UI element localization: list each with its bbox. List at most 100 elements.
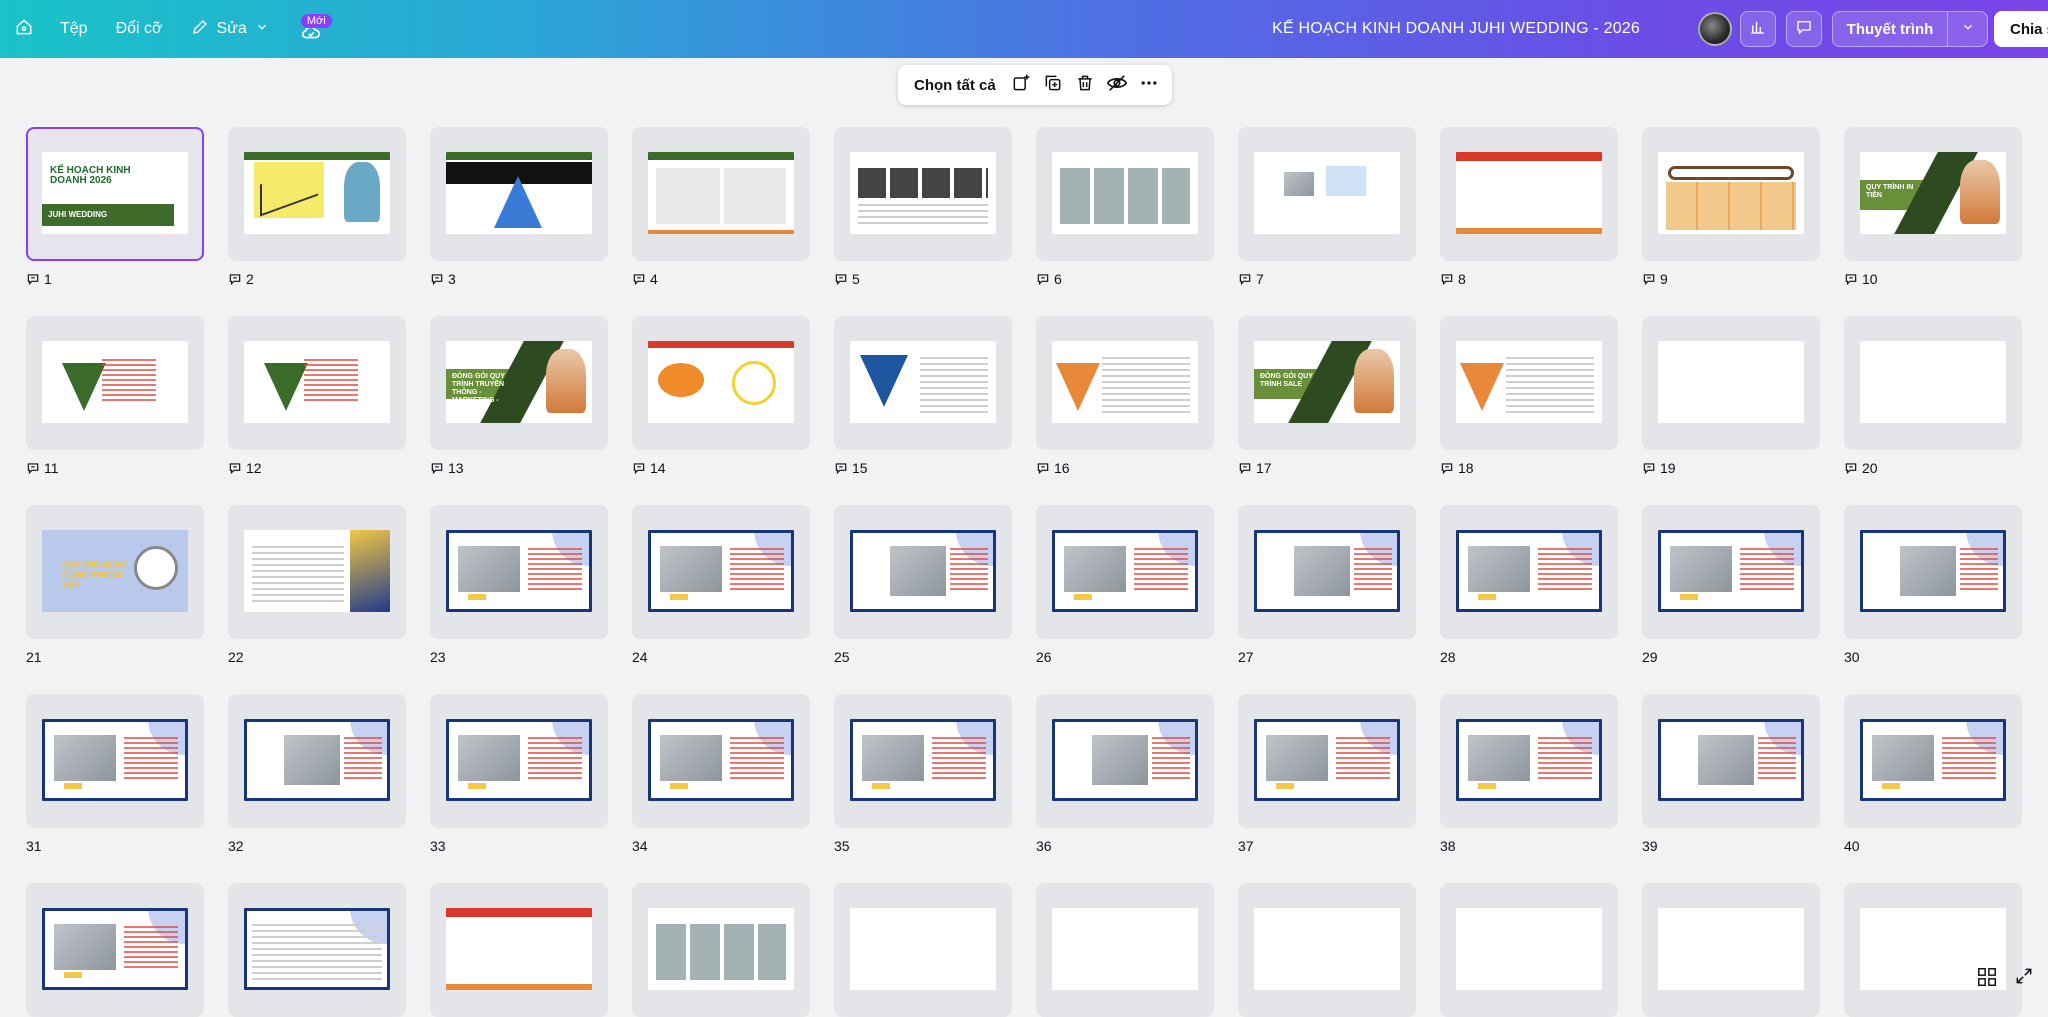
menu-resize[interactable]: Đổi cỡ [102, 9, 177, 49]
slide-thumbnail[interactable] [26, 883, 204, 1017]
slide-thumbnail[interactable] [430, 127, 608, 261]
slide-thumbnail[interactable]: ĐÓNG GÓI QUY TRÌNH SALE [1238, 316, 1416, 450]
slide-thumbnail[interactable] [228, 127, 406, 261]
slide-number: 13 [430, 458, 464, 478]
slide-thumbnail[interactable] [1238, 505, 1416, 639]
slide-thumbnail[interactable] [1642, 883, 1820, 1017]
slide-thumbnail[interactable] [228, 883, 406, 1017]
slide-thumbnail[interactable] [1642, 127, 1820, 261]
slide-thumbnail[interactable] [834, 883, 1012, 1017]
slide-thumbnail[interactable] [1844, 694, 2022, 828]
slide-number: 20 [1844, 458, 1878, 478]
slide-thumbnail[interactable] [1238, 883, 1416, 1017]
slide-thumbnail[interactable] [1238, 127, 1416, 261]
slide-thumbnail[interactable] [1642, 316, 1820, 450]
slide-number-text: 22 [228, 649, 244, 665]
slide-preview [850, 719, 996, 801]
slide-number-text: 21 [26, 649, 42, 665]
select-all-button[interactable]: Chọn tất cả [908, 77, 1002, 94]
present-options-button[interactable] [1948, 11, 1988, 47]
more-options-button[interactable] [1136, 70, 1162, 100]
home-button[interactable] [2, 7, 46, 51]
slide-thumbnail[interactable] [1844, 505, 2022, 639]
delete-page-button[interactable] [1072, 70, 1098, 100]
slide-number-text: 30 [1844, 649, 1860, 665]
slide-thumbnail[interactable] [26, 316, 204, 450]
slide-thumbnail[interactable] [228, 505, 406, 639]
slide-thumbnail[interactable] [632, 505, 810, 639]
slide-thumbnail[interactable] [834, 127, 1012, 261]
share-button[interactable]: Chia s [1994, 11, 2048, 47]
slide-thumbnail[interactable]: KẾ HOẠCH KINH DOANH 2026JUHI WEDDING [26, 127, 204, 261]
menu-edit[interactable]: Sửa [177, 9, 283, 49]
slide-thumbnail[interactable]: QUY TRÌNH IN TIỀN [1844, 127, 2022, 261]
slide-thumbnail[interactable] [1642, 694, 1820, 828]
slide-number-text: 37 [1238, 838, 1254, 854]
pencil-icon [191, 18, 209, 41]
slide-thumbnail[interactable] [632, 316, 810, 450]
slide-thumbnail[interactable] [228, 694, 406, 828]
present-button[interactable]: Thuyết trình [1832, 11, 1948, 47]
slide-number: 19 [1642, 458, 1676, 478]
top-bar: Tệp Đổi cỡ Sửa Mới KẾ HOẠCH KINH DOANH J… [0, 0, 2048, 58]
slide-number-text: 32 [228, 838, 244, 854]
duplicate-page-button[interactable] [1040, 70, 1066, 100]
hide-page-button[interactable] [1104, 70, 1130, 100]
document-title[interactable]: KẾ HOẠCH KINH DOANH JUHI WEDDING - 2026 [1272, 0, 1640, 58]
notes-icon [26, 272, 40, 286]
slide-number: 15 [834, 458, 868, 478]
slide-thumbnail[interactable] [1642, 505, 1820, 639]
slide-thumbnail[interactable] [1440, 505, 1618, 639]
slide-thumbnail[interactable] [834, 694, 1012, 828]
slide-number: 12 [228, 458, 262, 478]
menu-file[interactable]: Tệp [46, 9, 102, 49]
slide-preview [1254, 908, 1400, 990]
slide-thumbnail[interactable] [1440, 127, 1618, 261]
slide-number: 32 [228, 836, 244, 856]
notes-icon [1036, 272, 1050, 286]
slide-number: 4 [632, 269, 658, 289]
slide-thumbnail[interactable]: QUY TRÌNH SỬ DỤNG PHÒNG VÁY [26, 505, 204, 639]
slide-thumbnail[interactable] [632, 694, 810, 828]
slide-thumbnail[interactable] [1440, 883, 1618, 1017]
add-page-button[interactable] [1008, 70, 1034, 100]
slide-number-text: 40 [1844, 838, 1860, 854]
slide-thumbnail[interactable] [632, 127, 810, 261]
slide-thumbnail[interactable] [834, 505, 1012, 639]
comments-button[interactable] [1786, 11, 1822, 47]
slide-thumbnail[interactable] [1036, 316, 1214, 450]
slide-thumbnail[interactable] [1844, 316, 2022, 450]
slide-number: 24 [632, 647, 648, 667]
slide-thumbnail[interactable]: ĐÓNG GÓI QUY TRÌNH TRUYỀN THÔNG - MARKET… [430, 316, 608, 450]
slide-thumbnail[interactable] [1238, 694, 1416, 828]
slide-number-text: 34 [632, 838, 648, 854]
more-horizontal-icon [1139, 73, 1159, 98]
expand-icon [2014, 973, 2034, 990]
slide-thumbnail[interactable] [1440, 694, 1618, 828]
slide-thumbnail[interactable] [1036, 127, 1214, 261]
slide-number: 11 [26, 458, 59, 478]
slide-number: 17 [1238, 458, 1272, 478]
analytics-button[interactable] [1740, 11, 1776, 47]
slide-thumbnail[interactable] [1036, 694, 1214, 828]
notes-icon [26, 461, 40, 475]
slide-thumbnail[interactable] [26, 694, 204, 828]
fullscreen-button[interactable] [2014, 966, 2036, 988]
grid-view-button[interactable] [1976, 966, 1998, 988]
slide-thumbnail[interactable] [430, 694, 608, 828]
slide-preview [1052, 341, 1198, 423]
save-status-button[interactable]: Mới [291, 9, 331, 49]
slide-grid: KẾ HOẠCH KINH DOANH 2026JUHI WEDDING 12 34… [0, 0, 2048, 998]
slide-thumbnail[interactable] [1844, 883, 2022, 1017]
slide-thumbnail[interactable] [1036, 505, 1214, 639]
slide-thumbnail[interactable] [430, 505, 608, 639]
slide-thumbnail[interactable] [228, 316, 406, 450]
slide-thumbnail[interactable] [834, 316, 1012, 450]
slide-preview [244, 152, 390, 234]
slide-preview [1456, 908, 1602, 990]
slide-thumbnail[interactable] [632, 883, 810, 1017]
slide-thumbnail[interactable] [430, 883, 608, 1017]
slide-thumbnail[interactable] [1440, 316, 1618, 450]
avatar[interactable] [1698, 12, 1732, 46]
slide-thumbnail[interactable] [1036, 883, 1214, 1017]
